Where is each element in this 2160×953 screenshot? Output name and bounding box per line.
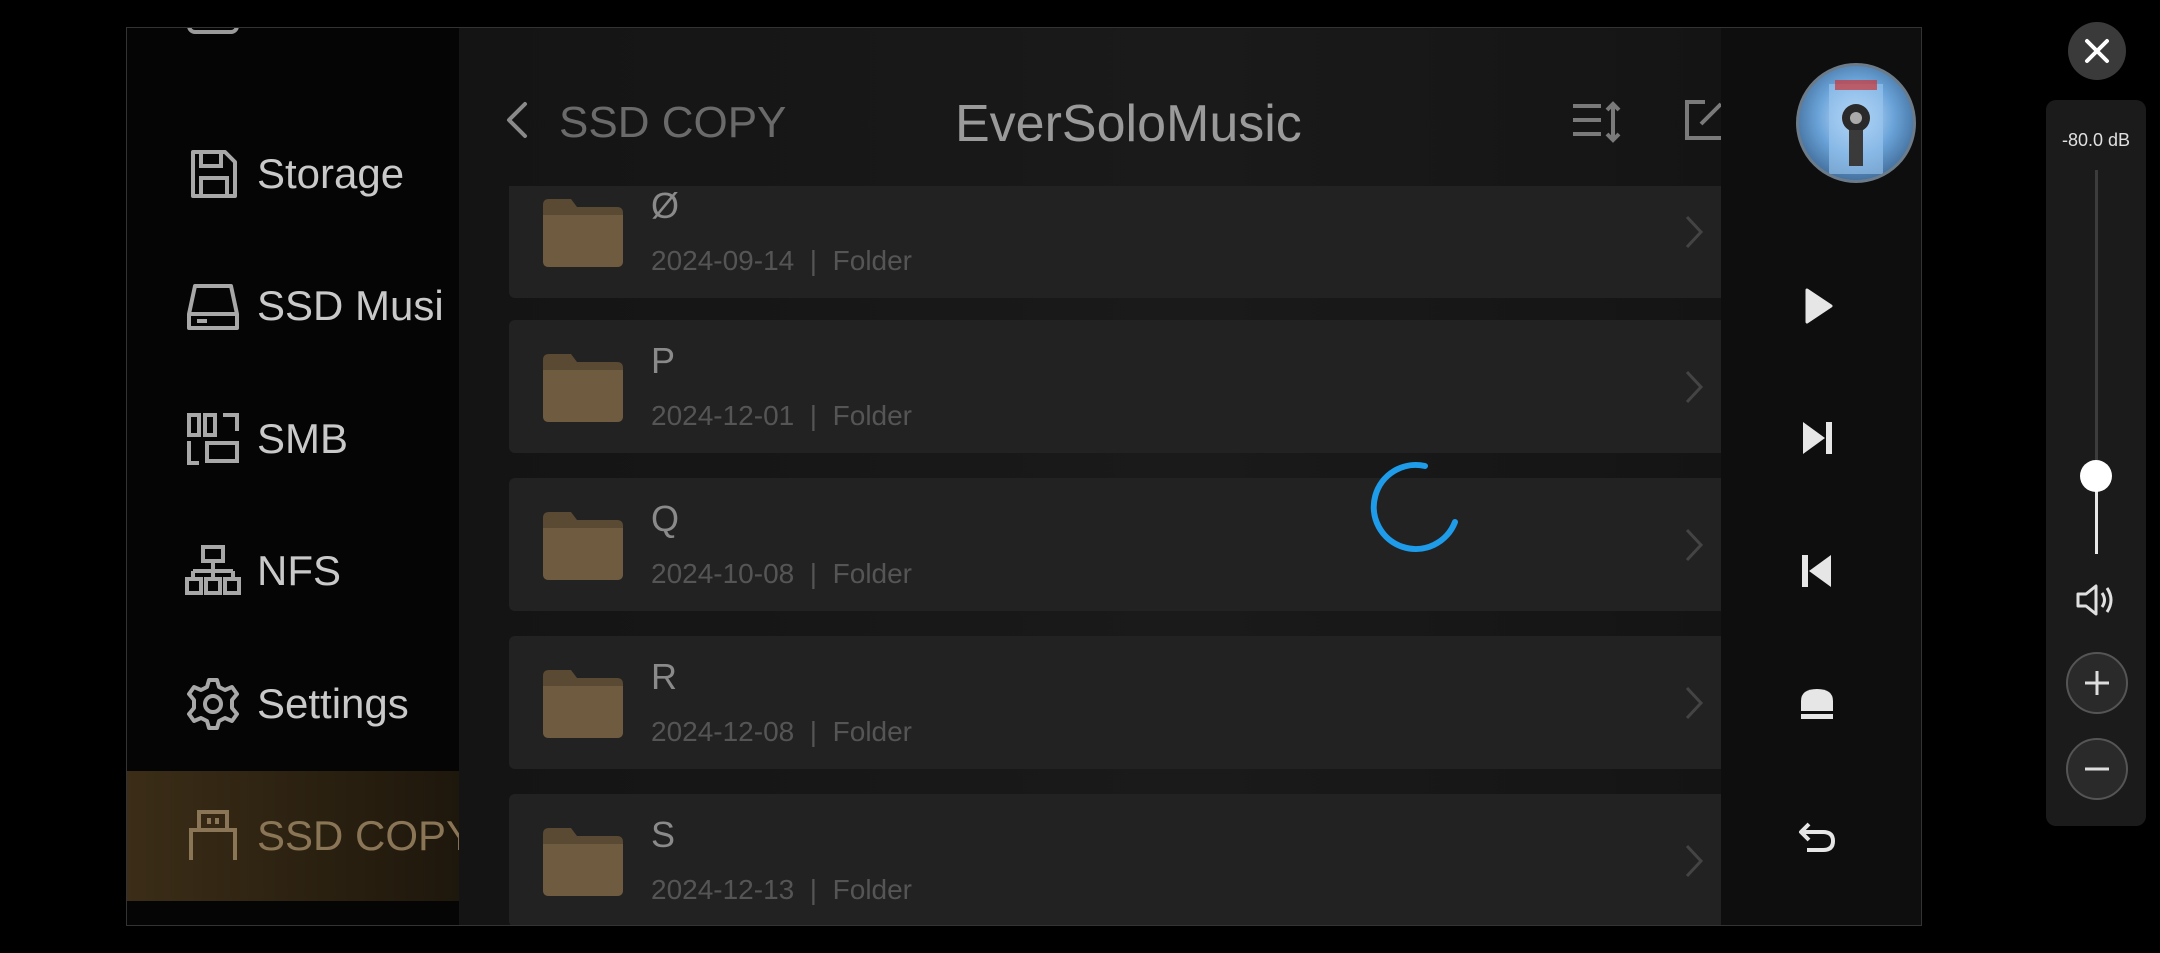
back-arrow-icon[interactable] xyxy=(503,100,531,140)
close-icon xyxy=(2085,39,2109,63)
partial-icon xyxy=(187,28,239,34)
sidebar-item-storage[interactable]: Storage xyxy=(127,109,459,239)
back-breadcrumb[interactable]: SSD COPY xyxy=(559,98,786,148)
sidebar-item-label: Settings xyxy=(257,680,409,727)
speaker-icon[interactable] xyxy=(2074,578,2118,622)
home-icon[interactable] xyxy=(1795,681,1839,725)
list-item[interactable]: S 2024-12-13 | Folder xyxy=(509,794,1739,925)
sidebar-item-label: SMB xyxy=(257,415,349,462)
folder-icon xyxy=(543,199,623,267)
folder-meta: 2024-12-08 | Folder xyxy=(651,716,913,747)
volume-up-button[interactable] xyxy=(2066,652,2128,714)
sidebar-item-ssd-music[interactable]: SSD Musi xyxy=(127,241,459,371)
folder-name: S xyxy=(651,814,676,855)
list-item[interactable]: Ø 2024-09-14 | Folder xyxy=(509,186,1739,298)
gear-icon xyxy=(187,678,239,730)
sidebar-item-nfs[interactable]: NFS xyxy=(127,506,459,636)
play-icon[interactable] xyxy=(1795,284,1839,328)
sidebar-item-settings[interactable]: Settings xyxy=(127,639,459,769)
sort-icon[interactable] xyxy=(1571,100,1623,144)
page-title: EverSoloMusic xyxy=(955,95,1302,153)
hard-drive-icon xyxy=(187,284,239,330)
folder-icon xyxy=(543,512,623,580)
sidebar: Storage SSD Musi SMB NFS Settings SSD CO… xyxy=(127,28,459,925)
file-browser: SSD COPY EverSoloMusic Ø 2024-09-14 | Fo… xyxy=(459,28,1921,925)
close-button[interactable] xyxy=(2068,22,2126,80)
minus-icon xyxy=(2085,767,2109,771)
folder-meta: 2024-12-01 | Folder xyxy=(651,400,913,431)
folder-name: Q xyxy=(651,498,680,539)
volume-slider-handle[interactable] xyxy=(2080,460,2112,492)
list-item[interactable]: Q 2024-10-08 | Folder xyxy=(509,478,1739,611)
chevron-right-icon xyxy=(1685,528,1704,562)
folder-icon xyxy=(543,354,623,422)
sidebar-item-label: Storage xyxy=(257,150,405,197)
sidebar-item-label: SSD Musi xyxy=(257,282,444,329)
list-item[interactable]: P 2024-12-01 | Folder xyxy=(509,320,1739,453)
folder-name: P xyxy=(651,340,676,381)
app-window: Storage SSD Musi SMB NFS Settings SSD CO… xyxy=(126,27,1922,926)
album-cover-image xyxy=(1829,80,1883,174)
chevron-right-icon xyxy=(1685,686,1704,720)
folder-icon xyxy=(543,670,623,738)
volume-panel: -80.0 dB xyxy=(2046,100,2146,826)
album-art[interactable] xyxy=(1796,63,1916,183)
folder-meta: 2024-12-13 | Folder xyxy=(651,874,913,905)
plus-icon xyxy=(2085,671,2109,695)
loading-spinner xyxy=(1370,461,1458,552)
network-tree-icon xyxy=(185,545,241,595)
floppy-disk-icon xyxy=(191,150,237,198)
previous-track-icon[interactable] xyxy=(1795,549,1839,593)
sidebar-item-label: SSD COPY xyxy=(257,812,459,859)
folder-name: Ø xyxy=(651,186,680,226)
browser-header: SSD COPY EverSoloMusic xyxy=(459,28,1739,178)
chevron-right-icon xyxy=(1685,215,1704,249)
folder-meta: 2024-10-08 | Folder xyxy=(651,558,913,589)
return-icon[interactable] xyxy=(1795,814,1839,858)
folder-name: R xyxy=(651,656,677,697)
volume-db-label: -80.0 dB xyxy=(2061,130,2131,150)
chevron-right-icon xyxy=(1685,370,1704,404)
list-item[interactable]: R 2024-12-08 | Folder xyxy=(509,636,1739,769)
folder-icon xyxy=(543,828,623,896)
sidebar-item-smb[interactable]: SMB xyxy=(127,374,459,504)
sidebar-item-ssd-copy[interactable]: SSD COPY xyxy=(127,771,459,901)
next-track-icon[interactable] xyxy=(1795,416,1839,460)
sidebar-item-label: NFS xyxy=(257,547,341,594)
network-share-icon xyxy=(187,413,239,465)
volume-down-button[interactable] xyxy=(2066,738,2128,800)
usb-icon xyxy=(189,810,237,860)
chevron-right-icon xyxy=(1685,844,1704,878)
folder-meta: 2024-09-14 | Folder xyxy=(651,245,913,276)
folder-list: Ø 2024-09-14 | Folder P 2024-12-01 | Fol… xyxy=(509,186,1739,925)
